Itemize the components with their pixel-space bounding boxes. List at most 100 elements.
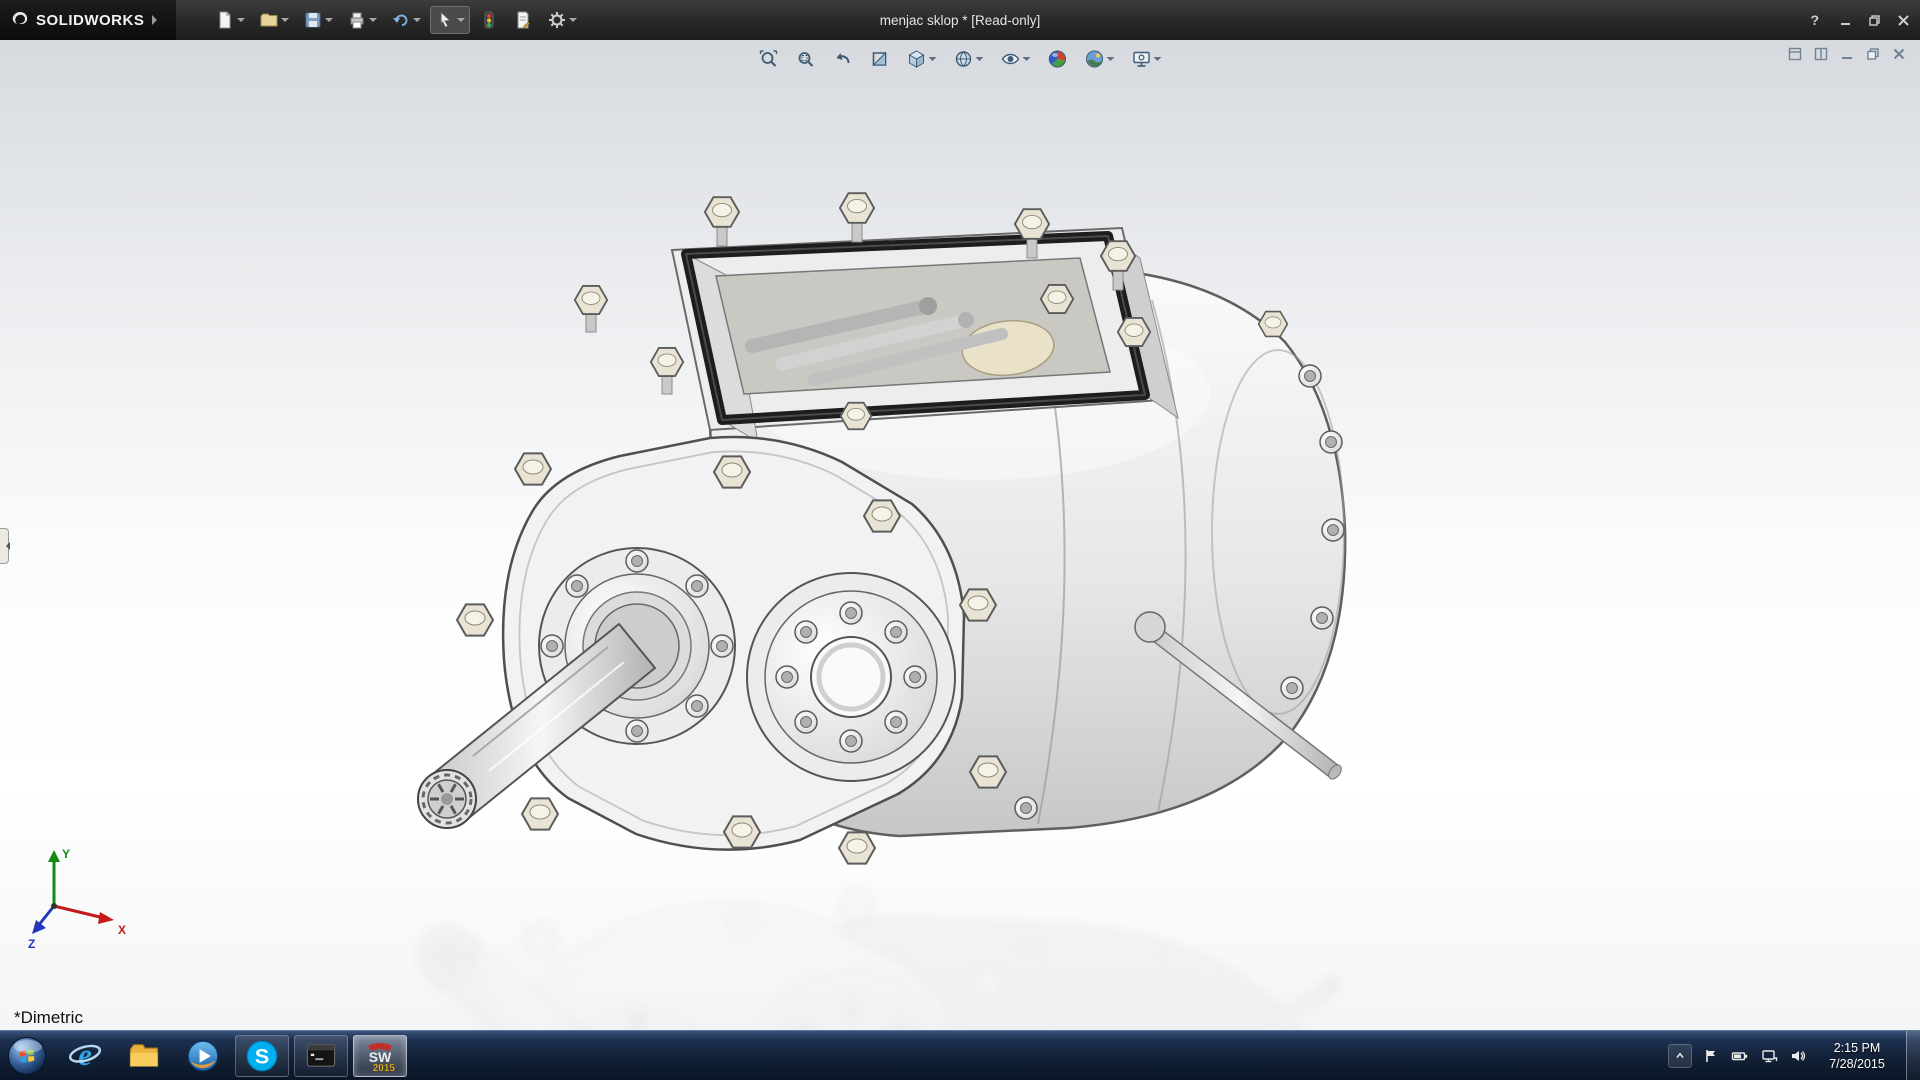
undo-arrow-icon: [391, 10, 411, 30]
network-icon[interactable]: [1759, 1046, 1779, 1066]
dropdown-caret-icon: [325, 18, 333, 26]
start-button[interactable]: [0, 1031, 54, 1080]
hide-show-eye-icon: [1001, 49, 1021, 69]
view-settings-icon: [1132, 49, 1152, 69]
volume-icon[interactable]: [1788, 1046, 1808, 1066]
doc-minimize-button[interactable]: [1840, 47, 1854, 61]
dropdown-caret-icon: [929, 57, 937, 65]
view-orientation-button[interactable]: [903, 46, 941, 72]
minimize-icon: [1839, 14, 1852, 27]
doc-close-button[interactable]: [1892, 47, 1906, 61]
taskbar-button-internet-explorer[interactable]: e: [58, 1035, 112, 1077]
taskbar-button-windows-explorer[interactable]: [117, 1035, 171, 1077]
save-floppy-icon: [303, 10, 323, 30]
solidworks-window: SOLIDWORKS: [0, 0, 1920, 1080]
z-axis-arrow-icon: [32, 920, 46, 934]
featuremanager-flyout-handle[interactable]: [0, 528, 9, 564]
taskbar-button-solidworks[interactable]: SW 2015: [353, 1035, 407, 1077]
taskbar-button-media-player[interactable]: [176, 1035, 230, 1077]
dropdown-caret-icon: [976, 57, 984, 65]
graphics-area[interactable]: Y X Z *Dimetric: [0, 40, 1920, 1030]
doc-restore-button[interactable]: [1866, 47, 1880, 61]
view-orientation-cube-icon: [907, 49, 927, 69]
window-close-button[interactable]: [1897, 14, 1910, 27]
select-cursor-icon: [435, 10, 455, 30]
open-button[interactable]: [254, 6, 294, 34]
window-minimize-button[interactable]: [1839, 14, 1852, 27]
print-button[interactable]: [342, 6, 382, 34]
brand-text: SOLIDWORKS: [36, 12, 144, 29]
taskbar-button-command-prompt[interactable]: [294, 1035, 348, 1077]
apply-scene-button[interactable]: [1081, 46, 1119, 72]
window-restore-button[interactable]: [1868, 14, 1881, 27]
folder-icon: [127, 1039, 161, 1073]
options-gear-icon: [547, 10, 567, 30]
tile-windows-icon: [1788, 47, 1802, 61]
rebuild-button[interactable]: [474, 6, 504, 34]
x-axis-arrow-icon: [98, 912, 114, 924]
options-button[interactable]: [542, 6, 582, 34]
restore-icon: [1868, 14, 1881, 27]
new-document-icon: [215, 10, 235, 30]
battery-icon[interactable]: [1730, 1046, 1750, 1066]
svg-text:S: S: [255, 1044, 269, 1068]
undo-button[interactable]: [386, 6, 426, 34]
system-tray: 2:15 PM 7/28/2015: [1668, 1031, 1920, 1080]
solidworks-app-icon: SW 2015: [362, 1038, 398, 1074]
doc-window-tile-button[interactable]: [1788, 47, 1802, 61]
file-properties-button[interactable]: [508, 6, 538, 34]
show-hidden-icons-button[interactable]: [1668, 1044, 1692, 1068]
zoom-to-fit-icon: [759, 49, 779, 69]
close-icon: [1892, 47, 1906, 61]
dropdown-caret-icon: [1023, 57, 1031, 65]
dropdown-caret-icon: [281, 18, 289, 26]
show-desktop-button[interactable]: [1906, 1031, 1920, 1080]
close-icon: [1897, 14, 1910, 27]
document-window-controls: [1788, 47, 1906, 61]
edit-appearance-button[interactable]: [1044, 46, 1072, 72]
dropdown-caret-icon: [1107, 57, 1115, 65]
chevron-up-icon: [1674, 1050, 1686, 1062]
help-icon[interactable]: ?: [1804, 10, 1825, 30]
y-axis-label: Y: [62, 847, 70, 861]
document-title: menjac sklop * [Read-only]: [880, 13, 1041, 28]
coordinate-triad: Y X Z: [26, 842, 136, 952]
headsup-view-toolbar: [755, 46, 1166, 72]
doc-window-pane-button[interactable]: [1814, 47, 1828, 61]
y-axis-arrow-icon: [48, 850, 60, 862]
menu-flyout-chevron-icon[interactable]: [152, 15, 162, 25]
dropdown-caret-icon: [1154, 57, 1162, 65]
x-axis-label: X: [118, 923, 126, 937]
dassault-swirl-icon: [10, 10, 30, 30]
new-document-button[interactable]: [210, 6, 250, 34]
rebuild-traffic-light-icon: [479, 10, 499, 30]
dropdown-caret-icon: [413, 18, 421, 26]
save-button[interactable]: [298, 6, 338, 34]
taskbar-clock[interactable]: 2:15 PM 7/28/2015: [1817, 1040, 1897, 1072]
windows-start-orb-icon: [8, 1037, 46, 1075]
zoom-to-fit-button[interactable]: [755, 46, 783, 72]
hide-show-items-button[interactable]: [997, 46, 1035, 72]
internet-explorer-icon: e: [68, 1039, 102, 1073]
select-tool-button[interactable]: [430, 6, 470, 34]
display-style-icon: [954, 49, 974, 69]
media-player-icon: [186, 1039, 220, 1073]
view-settings-button[interactable]: [1128, 46, 1166, 72]
split-pane-icon: [1814, 47, 1828, 61]
section-view-icon: [870, 49, 890, 69]
zoom-to-area-button[interactable]: [792, 46, 820, 72]
taskbar-button-skype[interactable]: S: [235, 1035, 289, 1077]
view-orientation-label: *Dimetric: [14, 1008, 83, 1028]
dropdown-caret-icon: [237, 18, 245, 26]
titlebar-window-controls: ?: [1804, 10, 1910, 30]
previous-view-button[interactable]: [829, 46, 857, 72]
dropdown-caret-icon: [369, 18, 377, 26]
print-icon: [347, 10, 367, 30]
gearbox-3d-model: [380, 100, 1580, 1030]
display-style-button[interactable]: [950, 46, 988, 72]
dropdown-caret-icon: [569, 18, 577, 26]
solidworks-logo[interactable]: SOLIDWORKS: [0, 0, 176, 40]
restore-icon: [1866, 47, 1880, 61]
section-view-button[interactable]: [866, 46, 894, 72]
action-center-flag-icon[interactable]: [1701, 1046, 1721, 1066]
